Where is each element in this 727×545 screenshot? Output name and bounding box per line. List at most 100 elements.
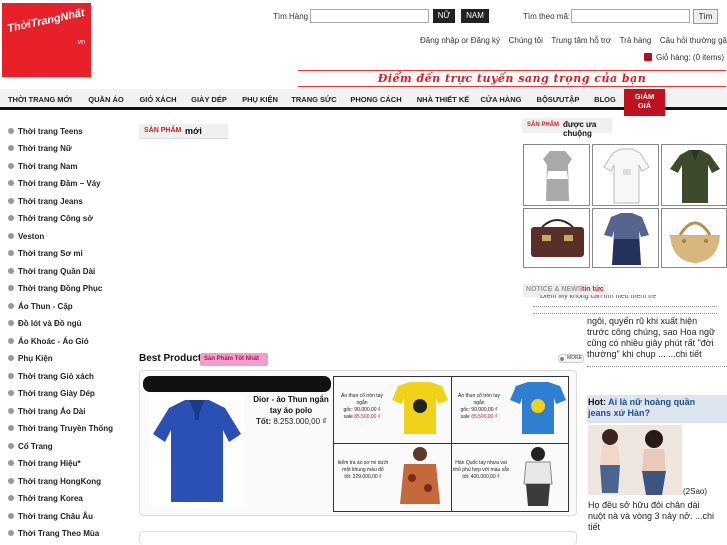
sidebar-item[interactable]: Thời trang Quần Dài — [8, 267, 95, 276]
main-product-image[interactable] — [149, 394, 245, 508]
returns-link[interactable]: Trả hàng — [620, 36, 652, 45]
sidebar-item-label: Thời trang HongKong — [18, 477, 102, 486]
sidebar-item[interactable]: Thời trang Giỏ xách — [8, 372, 94, 381]
nav-jewelry[interactable]: TRANG SỨC — [288, 89, 340, 110]
small-product-2-image[interactable] — [508, 378, 568, 440]
small-product-3-image[interactable] — [390, 444, 450, 510]
featured-product-3[interactable] — [661, 144, 727, 206]
nav-handbags[interactable]: GIỎ XÁCH — [134, 89, 182, 110]
sidebar-item-label: Thời trang Korea — [18, 494, 83, 503]
beige-bag-image — [670, 221, 720, 263]
news-1-line4[interactable]: thường" khi chụp ... ...chi tiết — [587, 349, 727, 360]
gray-dress-image — [543, 151, 572, 201]
search-input[interactable] — [310, 9, 429, 23]
small-product-3-info[interactable]: kiểm tra áo sơ mi dưới một khung màu đỏ … — [337, 460, 389, 481]
top-links: Đăng nhập or Đăng ký Chúng tôi Trung tâm… — [420, 36, 727, 45]
sidebar-item-label: Thời trang Hiệu* — [18, 459, 81, 468]
nav-style[interactable]: PHONG CÁCH — [346, 89, 406, 110]
cart-icon[interactable] — [644, 53, 652, 61]
sidebar-item[interactable]: Thời trang Áo Dài — [8, 407, 85, 416]
nav-stores[interactable]: CỬA HÀNG — [478, 89, 524, 110]
featured-product-2[interactable] — [592, 144, 659, 206]
featured-product-5[interactable] — [592, 208, 659, 268]
small-product-1-sale-label: sale — [343, 414, 353, 420]
featured-product-4[interactable] — [523, 208, 590, 268]
small-product-2-info[interactable]: Áo thun cổ tròn tay ngắn gốc: 90.000,00 … — [452, 393, 506, 421]
bullet-icon — [8, 214, 14, 221]
more-label: MORE — [567, 355, 582, 361]
about-link[interactable]: Chúng tôi — [509, 36, 543, 45]
sidebar-item[interactable]: Veston — [8, 232, 44, 241]
slogan-banner: Điểm đến trực tuyến sang trọng của bạn — [298, 70, 726, 87]
nav-clothing[interactable]: QUẦN ÁO — [82, 89, 130, 110]
sidebar-item-label: Thời Trang Theo Mùa — [18, 529, 100, 538]
cart-label[interactable]: Giỏ hàng: (0 items) — [656, 53, 724, 62]
main-product-price-label: Tốt: — [256, 417, 272, 426]
sidebar-item[interactable]: Thời trang Teens — [8, 127, 83, 136]
bullet-icon — [8, 372, 14, 379]
code-search-input[interactable] — [571, 9, 690, 23]
sidebar-item-label: Thời trang Teens — [18, 127, 83, 136]
bullet-icon — [8, 494, 14, 501]
sidebar-item[interactable]: Áo Khoác - Áo Gió — [8, 337, 89, 346]
hot-news-title[interactable]: Hot: Ai là nữ hoàng quần jeans xứ Hàn? — [588, 397, 726, 419]
small-product-4-image[interactable] — [510, 444, 568, 510]
sidebar-item[interactable]: Thời trang Châu Âu — [8, 512, 93, 521]
nav-designers[interactable]: NHÀ THIẾT KẾ — [412, 89, 474, 110]
site-logo[interactable]: ThờiTrangNhất .vn — [2, 3, 91, 77]
news-divider-3 — [587, 366, 727, 367]
sidebar-item[interactable]: Thời trang HongKong — [8, 477, 101, 486]
sidebar-item[interactable]: Thời trang Công sở — [8, 214, 93, 223]
green-polo-image — [670, 150, 720, 203]
support-link[interactable]: Trung tâm hỗ trợ — [551, 36, 611, 45]
sidebar-item[interactable]: Thời trang Giày Dép — [8, 389, 95, 398]
small-product-1-image[interactable] — [390, 378, 450, 440]
sidebar-item[interactable]: Thời trang Đồng Phục — [8, 284, 102, 293]
logo-suffix: .vn — [75, 39, 85, 46]
sidebar-item[interactable]: Cổ Trang — [8, 442, 53, 451]
login-register-link[interactable]: Đăng nhập or Đăng ký — [420, 36, 500, 45]
featured-product-1[interactable] — [523, 144, 590, 206]
small-product-3-goc: tốt: 229.000,00 ₫ — [344, 474, 382, 480]
nav-sale-line2: GIÁ — [637, 101, 652, 110]
sidebar-item[interactable]: Thời trang Truyền Thống — [8, 424, 113, 433]
featured-label-1: SẢN PHẨM — [527, 122, 560, 128]
bullet-icon — [8, 512, 14, 519]
new-products-header: SẢN PHẨM mới — [139, 124, 228, 139]
sidebar-item[interactable]: Thời trang Đầm – Váy — [8, 179, 101, 188]
sidebar-item[interactable]: Thời trang Nam — [8, 162, 77, 171]
faq-link[interactable]: Câu hỏi thường gặp — [660, 36, 727, 45]
main-product-name[interactable]: Dior - áo Thun ngắn tay áo polo — [251, 394, 331, 416]
sidebar-item[interactable]: Đồ lót và Đồ ngủ — [8, 319, 82, 328]
sidebar-item[interactable]: Áo Thun - Cặp — [8, 302, 73, 311]
search-women-button[interactable]: NỮ — [433, 9, 455, 23]
bullet-icon — [8, 459, 14, 466]
new-products-label-2: mới — [185, 126, 202, 136]
hot-news-image[interactable] — [588, 425, 682, 495]
nav-new-fashion[interactable]: THỜI TRANG MỚI — [4, 89, 76, 110]
search-men-button[interactable]: NAM — [461, 9, 489, 23]
bullet-icon — [8, 407, 14, 414]
nav-shoes[interactable]: GIÀY DÉP — [186, 89, 232, 110]
small-product-1-info[interactable]: Áo thun cổ tròn tay ngắn gốc: 90.000,00 … — [335, 393, 389, 421]
code-search-button[interactable]: Tìm — [693, 9, 718, 24]
sidebar-item[interactable]: Thời trang Korea — [8, 494, 83, 503]
small-product-2-goc: gốc: 90.000,00 ₫ — [460, 407, 498, 413]
news-2-line3[interactable]: tiết — [588, 522, 727, 533]
nav-accessories[interactable]: PHỤ KIỆN — [236, 89, 284, 110]
sidebar-item[interactable]: Thời trang Hiệu* — [8, 459, 81, 468]
sidebar-item[interactable]: Thời trang Jeans — [8, 197, 83, 206]
sidebar-item-label: Thời trang Công sở — [18, 214, 93, 223]
small-product-4-name: Hàn Quốc tay nhưa vai nhỏ phù hợp với mà… — [452, 460, 510, 473]
featured-product-6[interactable] — [661, 208, 727, 268]
nav-collections[interactable]: BỘSƯUTẬP — [530, 89, 586, 110]
sidebar-item[interactable]: Phụ Kiện — [8, 354, 53, 363]
sidebar-item-label: Thời trang Giày Dép — [18, 389, 95, 398]
sidebar-item[interactable]: Thời trang Nữ — [8, 144, 72, 153]
nav-blog[interactable]: BLOG — [590, 89, 620, 110]
sidebar-item[interactable]: Thời Trang Theo Mùa — [8, 529, 99, 538]
news-item-1: ngôi, quyến rũ khi xuất hiện trước công … — [587, 316, 727, 360]
nav-sale[interactable]: GIẢM GIÁ — [624, 89, 665, 116]
small-product-4-info[interactable]: Hàn Quốc tay nhưa vai nhỏ phù hợp với mà… — [452, 460, 510, 481]
sidebar-item[interactable]: Thời trang Sơ mi — [8, 249, 83, 258]
